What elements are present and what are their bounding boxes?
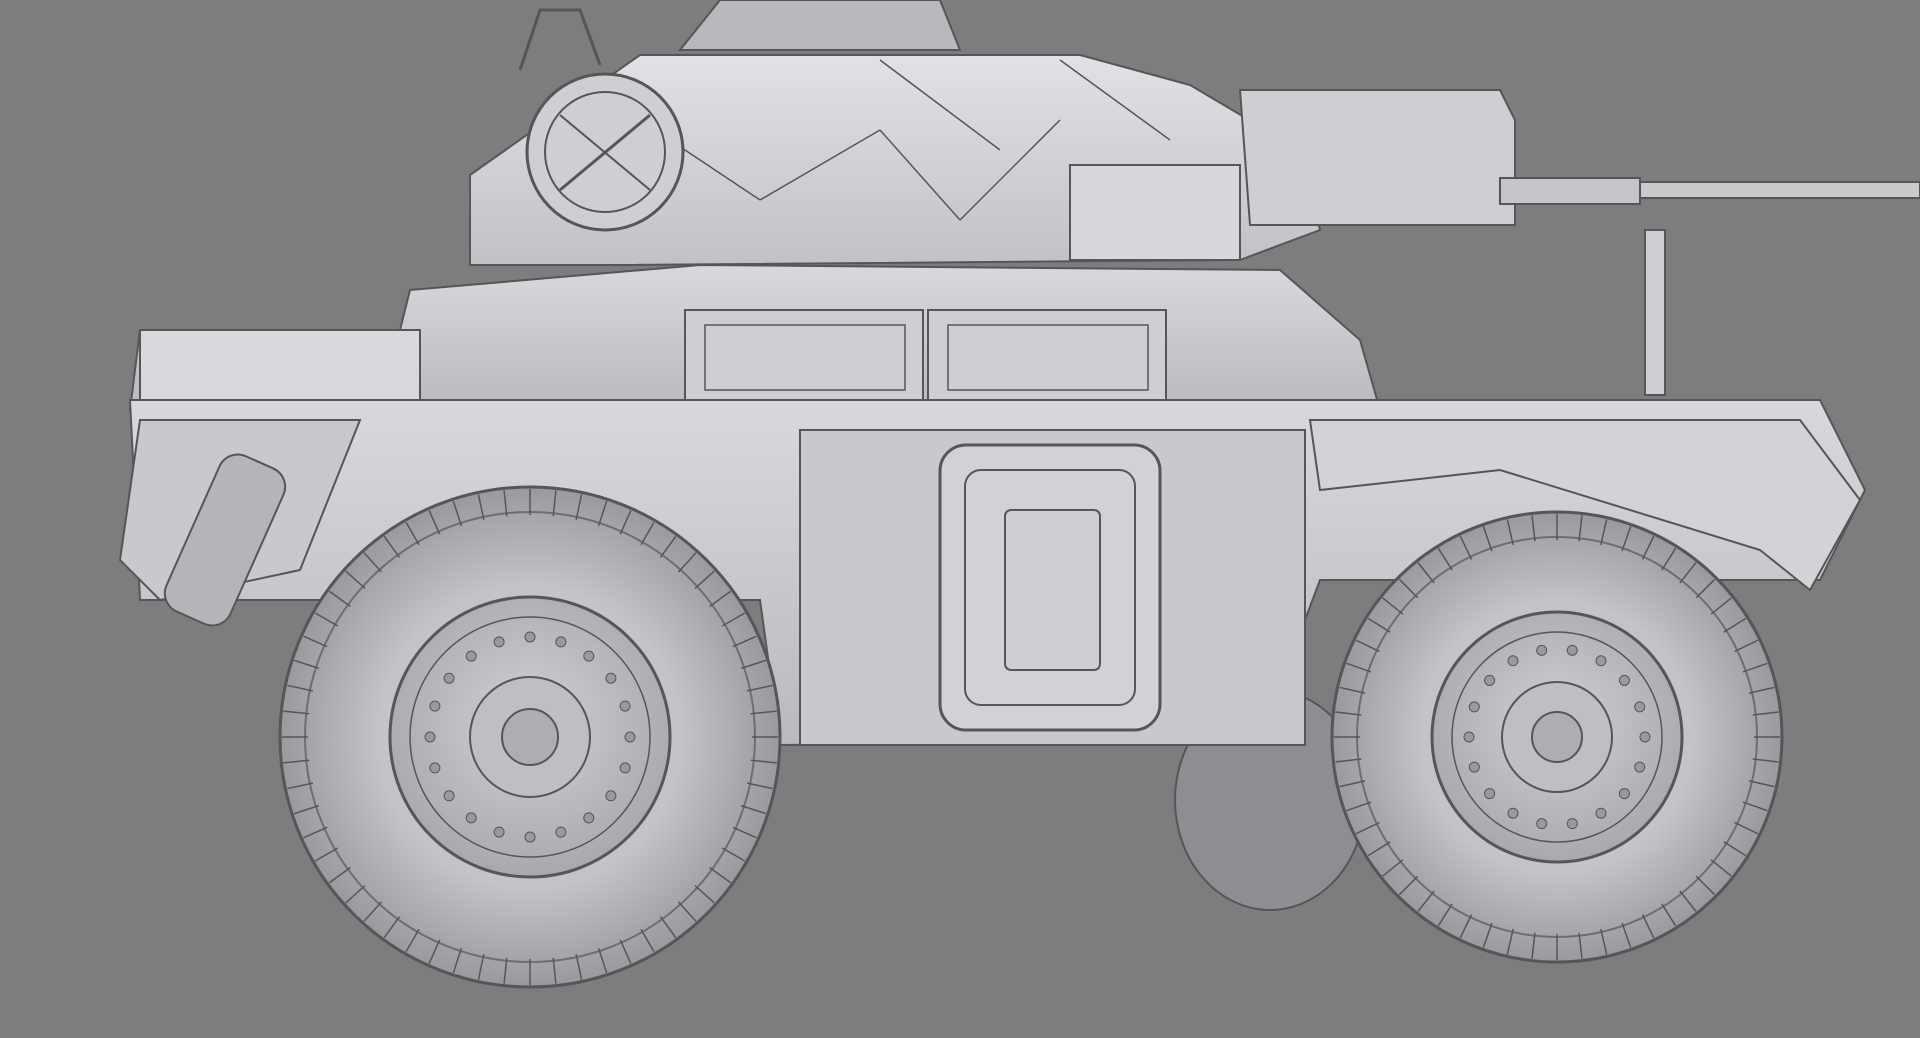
- antenna-mast: [1644, 229, 1666, 396]
- armored-car-model: [118, 0, 1920, 989]
- ammo-box-2: [927, 309, 1167, 403]
- ammo-box-1: [684, 309, 924, 403]
- render-viewport: [0, 0, 1920, 1038]
- turret-handrail: [518, 8, 602, 71]
- rear-wheel: [278, 485, 782, 989]
- side-door-panel: [799, 429, 1306, 746]
- main-gun: [1499, 177, 1920, 205]
- cable-reel: [525, 72, 685, 232]
